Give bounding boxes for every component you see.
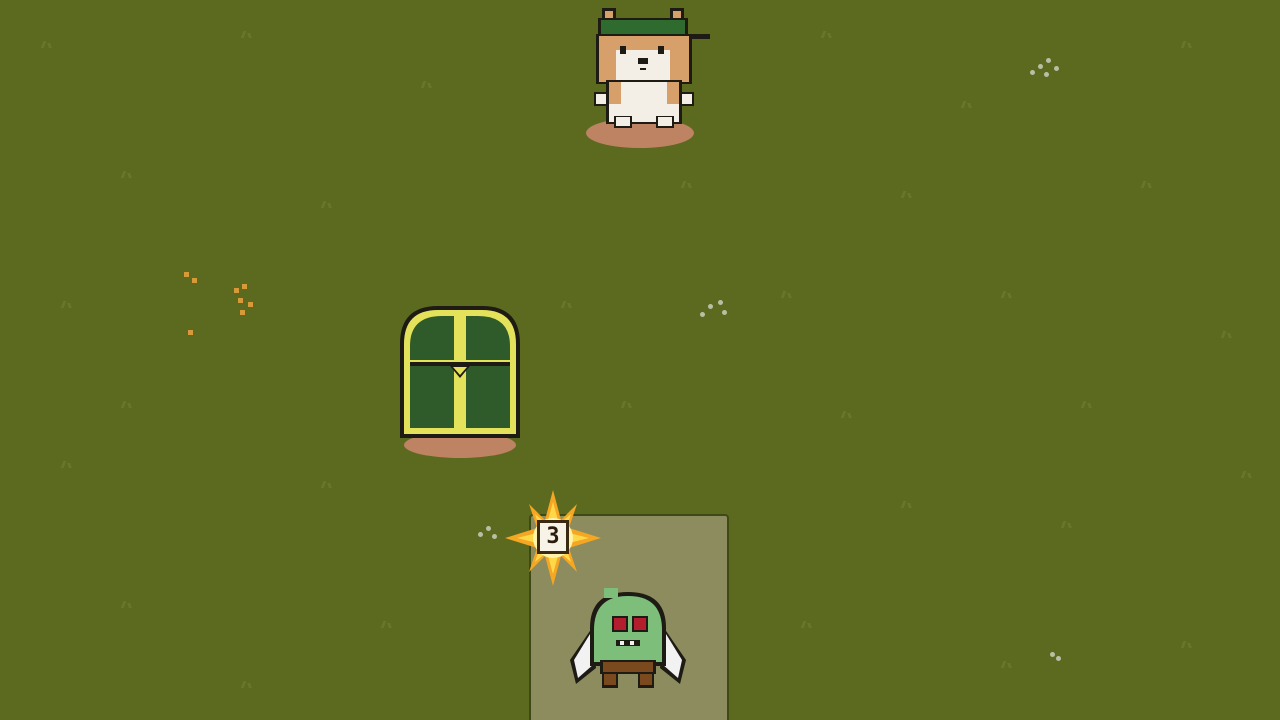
grass-tuft (1180, 40, 1194, 48)
chest-icon (400, 306, 520, 438)
grass-tuft (240, 30, 254, 38)
counter-value: 3 (537, 520, 569, 554)
grass-tuft (320, 200, 334, 208)
grass-tuft (840, 410, 854, 418)
grass-tuft (620, 400, 634, 408)
grass-tuft (40, 40, 54, 48)
grass-tuft (800, 620, 814, 628)
grass-tuft (1000, 290, 1014, 298)
grass-tuft (780, 290, 794, 298)
grass-tuft (1180, 640, 1194, 648)
grass-tuft (900, 190, 914, 198)
grass-tuft (60, 460, 74, 468)
grass-tuft (240, 680, 254, 688)
grass-tuft (960, 100, 974, 108)
grass-tuft (1000, 660, 1014, 668)
grass-tuft (1060, 520, 1074, 528)
grass-tuft (560, 300, 574, 308)
dog-icon (594, 8, 710, 128)
grass-tuft (1140, 180, 1154, 188)
grass-tuft (60, 300, 74, 308)
grass-tuft (1240, 470, 1254, 478)
grass-tuft (120, 170, 134, 178)
grass-tuft (900, 500, 914, 508)
grass-tuft (320, 480, 334, 488)
grass-tuft (820, 30, 834, 38)
grass-tuft (380, 620, 394, 628)
grass-tuft (1220, 330, 1234, 338)
grass-tuft (1080, 400, 1094, 408)
grass-tuft (120, 600, 134, 608)
grass-tuft (680, 180, 694, 188)
grass-tuft (120, 400, 134, 408)
game-scene: 3 (0, 0, 1280, 720)
grass-tuft (420, 80, 434, 88)
player-icon (570, 588, 686, 688)
